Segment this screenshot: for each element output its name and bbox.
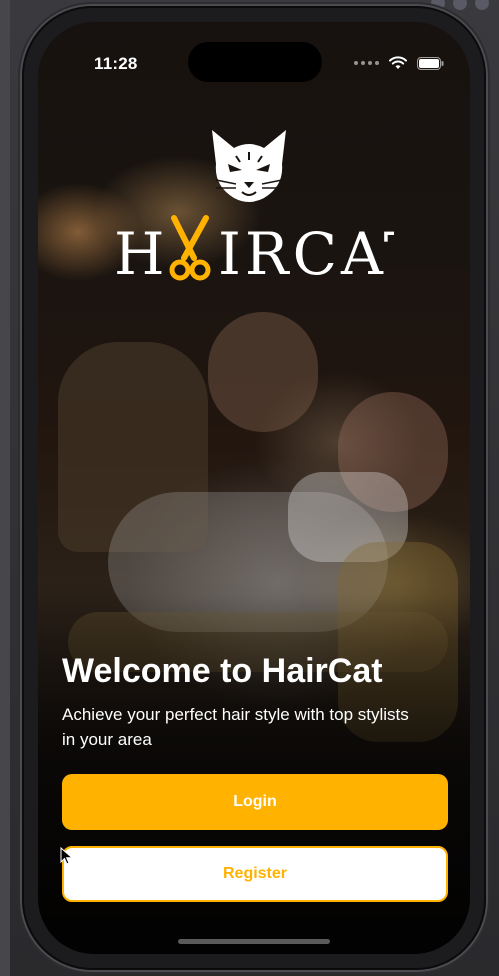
- wifi-icon: [389, 56, 407, 70]
- register-button-label: Register: [222, 865, 288, 882]
- status-icons: [354, 56, 444, 70]
- status-time: 11:28: [94, 54, 138, 73]
- svg-text:H: H: [114, 220, 165, 284]
- login-button[interactable]: Login: [62, 774, 448, 830]
- haircat-logo: H IRCAT: [114, 128, 394, 288]
- desktop-side-panel: [0, 0, 10, 976]
- dynamic-island: [188, 42, 322, 82]
- battery-icon: [417, 56, 444, 70]
- cellular-dots-icon: [354, 61, 379, 65]
- svg-text:IRCAT: IRCAT: [218, 220, 394, 284]
- phone-frame: 11:28 H IRCA Welcome to HairCat Achieve …: [22, 6, 486, 970]
- register-button[interactable]: Register: [62, 846, 448, 902]
- login-button-label: Login: [233, 793, 277, 810]
- cat-head-icon: [206, 128, 292, 204]
- scissors-icon: [169, 215, 211, 281]
- welcome-subtitle: Achieve your perfect hair style with top…: [62, 705, 409, 749]
- welcome-title: Welcome to HairCat: [62, 652, 383, 690]
- mouse-pointer-icon: [60, 846, 74, 865]
- home-indicator[interactable]: [178, 939, 330, 944]
- haircat-wordmark: H IRCAT: [114, 214, 394, 284]
- app-screen: 11:28 H IRCA Welcome to HairCat Achieve …: [38, 22, 470, 954]
